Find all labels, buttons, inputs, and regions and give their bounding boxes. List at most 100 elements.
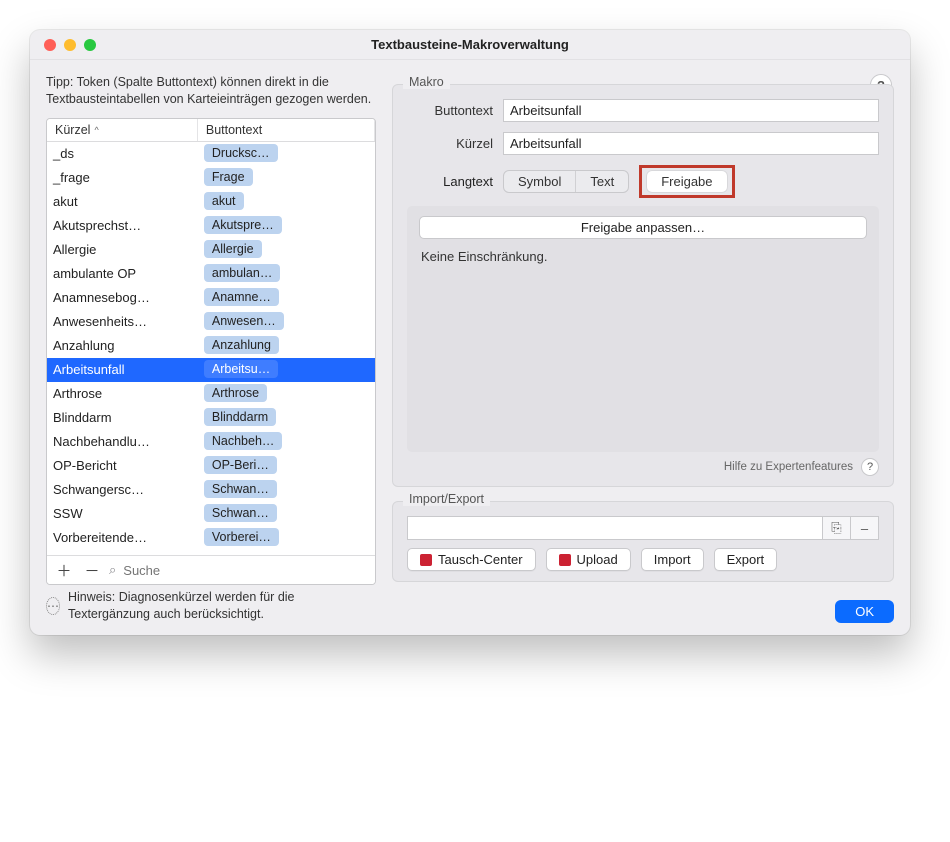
cell-kuerzel: Arthrose — [47, 386, 198, 401]
buttontext-pill[interactable]: Schwan… — [204, 504, 277, 522]
minimize-icon[interactable] — [64, 39, 76, 51]
table-row[interactable]: OP-Bericht OP-Beri… — [47, 454, 375, 478]
table-footer: ＋ － ⌕ — [47, 555, 375, 584]
table-row[interactable]: Nachbehandlu…Nachbeh… — [47, 430, 375, 454]
langtext-tabs: Symbol Text — [503, 170, 629, 193]
import-export-group: Import/Export ⎘ – Tausch-Center Upload — [392, 501, 894, 582]
hint-text: Hinweis: Diagnosenkürzel werden für die … — [68, 589, 376, 623]
langtext-label: Langtext — [407, 174, 493, 189]
buttontext-pill[interactable]: Anwesen… — [204, 312, 284, 330]
table-row[interactable]: Arthrose Arthrose — [47, 382, 375, 406]
column-header-kuerzel[interactable]: Kürzel ^ — [47, 119, 198, 141]
remove-button[interactable]: － — [81, 560, 103, 580]
upload-label: Upload — [577, 552, 618, 567]
tab-freigabe[interactable]: Freigabe — [647, 171, 726, 192]
tab-symbol[interactable]: Symbol — [504, 171, 576, 192]
export-button[interactable]: Export — [714, 548, 778, 571]
table-row[interactable]: SSWSchwan… — [47, 502, 375, 526]
maximize-icon[interactable] — [84, 39, 96, 51]
buttontext-pill[interactable]: Drucksc… — [204, 144, 278, 162]
table-row[interactable]: AnzahlungAnzahlung — [47, 334, 375, 358]
hint-icon: ⋯ — [46, 597, 60, 615]
search-field[interactable]: ⌕ — [109, 562, 369, 579]
table-row[interactable]: Schwangersc… Schwan… — [47, 478, 375, 502]
add-button[interactable]: ＋ — [53, 560, 75, 580]
close-icon[interactable] — [44, 39, 56, 51]
ok-button[interactable]: OK — [835, 600, 894, 623]
freigabe-anpassen-button[interactable]: Freigabe anpassen… — [419, 216, 867, 239]
cell-kuerzel: Vorbereitende… — [47, 530, 198, 545]
group-label-makro: Makro — [403, 75, 450, 89]
clear-path-button[interactable]: – — [851, 516, 879, 540]
buttontext-pill[interactable]: Arbeitsu… — [204, 360, 278, 378]
buttontext-pill[interactable]: Vorberei… — [204, 528, 279, 546]
kuerzel-label: Kürzel — [407, 136, 493, 151]
cell-buttontext: Frage — [198, 168, 375, 186]
cell-buttontext: Vorberei… — [198, 528, 375, 546]
cell-buttontext: Akutspre… — [198, 216, 375, 234]
cell-kuerzel: Allergie — [47, 242, 198, 257]
tip-text: Tipp: Token (Spalte Buttontext) können d… — [46, 74, 376, 108]
expert-help-button[interactable]: ? — [861, 458, 879, 476]
buttontext-pill[interactable]: akut — [204, 192, 244, 210]
column-header-buttontext[interactable]: Buttontext — [198, 119, 375, 141]
upload-button[interactable]: Upload — [546, 548, 631, 571]
buttontext-pill[interactable]: Schwan… — [204, 480, 277, 498]
table-row[interactable]: _frage Frage — [47, 166, 375, 190]
import-path-input[interactable] — [407, 516, 823, 540]
makro-group: Makro Buttontext Kürzel Langtext Symbol … — [392, 84, 894, 487]
cell-buttontext: Schwan… — [198, 504, 375, 522]
import-button[interactable]: Import — [641, 548, 704, 571]
sort-asc-icon: ^ — [94, 125, 98, 135]
table-body[interactable]: _dsDrucksc… _frage Frage akut akut Akutsprech… — [47, 142, 375, 556]
cell-kuerzel: Akutsprechst… — [47, 218, 198, 233]
table-header: Kürzel ^ Buttontext — [47, 119, 375, 142]
buttontext-pill[interactable]: Allergie — [204, 240, 262, 258]
table-row[interactable]: Anwesenheits…Anwesen… — [47, 310, 375, 334]
tausch-center-button[interactable]: Tausch-Center — [407, 548, 536, 571]
restriction-text: Keine Einschränkung. — [419, 249, 867, 264]
cell-buttontext: akut — [198, 192, 375, 210]
table-row[interactable]: Allergie Allergie — [47, 238, 375, 262]
buttontext-pill[interactable]: Blinddarm — [204, 408, 276, 426]
cell-kuerzel: OP-Bericht — [47, 458, 198, 473]
cell-kuerzel: Arbeitsunfall — [47, 362, 198, 377]
window-controls — [30, 39, 96, 51]
table-row[interactable]: Anamnesebog…Anamne… — [47, 286, 375, 310]
group-label-importexport: Import/Export — [403, 492, 490, 506]
tausch-label: Tausch-Center — [438, 552, 523, 567]
buttontext-input[interactable] — [503, 99, 879, 122]
table-row[interactable]: _dsDrucksc… — [47, 142, 375, 166]
buttontext-pill[interactable]: ambulan… — [204, 264, 280, 282]
tausch-icon — [420, 554, 432, 566]
buttontext-pill[interactable]: Nachbeh… — [204, 432, 283, 450]
table-row[interactable]: BlinddarmBlinddarm — [47, 406, 375, 430]
search-input[interactable] — [121, 562, 369, 579]
table-row[interactable]: Akutsprechst… Akutspre… — [47, 214, 375, 238]
macro-table: Kürzel ^ Buttontext _dsDrucksc… _frage Fra… — [46, 118, 376, 586]
table-row[interactable]: Vorbereitende… Vorberei… — [47, 526, 375, 550]
table-row[interactable]: akut akut — [47, 190, 375, 214]
buttontext-pill[interactable]: Frage — [204, 168, 253, 186]
cell-kuerzel: ambulante OP — [47, 266, 198, 281]
cell-buttontext: Anwesen… — [198, 312, 375, 330]
cell-buttontext: Allergie — [198, 240, 375, 258]
buttontext-pill[interactable]: Akutspre… — [204, 216, 282, 234]
browse-button[interactable]: ⎘ — [823, 516, 851, 540]
cell-buttontext: Anzahlung — [198, 336, 375, 354]
buttontext-pill[interactable]: OP-Beri… — [204, 456, 277, 474]
table-row[interactable]: Arbeitsunfall Arbeitsu… — [47, 358, 375, 382]
tab-text[interactable]: Text — [576, 171, 628, 192]
column-header-label: Kürzel — [55, 123, 90, 137]
cell-kuerzel: _frage — [47, 170, 198, 185]
table-row[interactable]: ambulante OP ambulan… — [47, 262, 375, 286]
buttontext-pill[interactable]: Arthrose — [204, 384, 267, 402]
cell-kuerzel: Schwangersc… — [47, 482, 198, 497]
cell-buttontext: Drucksc… — [198, 144, 375, 162]
column-header-label: Buttontext — [206, 123, 262, 137]
buttontext-pill[interactable]: Anzahlung — [204, 336, 279, 354]
buttontext-pill[interactable]: Anamne… — [204, 288, 279, 306]
kuerzel-input[interactable] — [503, 132, 879, 155]
cell-kuerzel: akut — [47, 194, 198, 209]
titlebar: Textbausteine-Makroverwaltung — [30, 30, 910, 60]
